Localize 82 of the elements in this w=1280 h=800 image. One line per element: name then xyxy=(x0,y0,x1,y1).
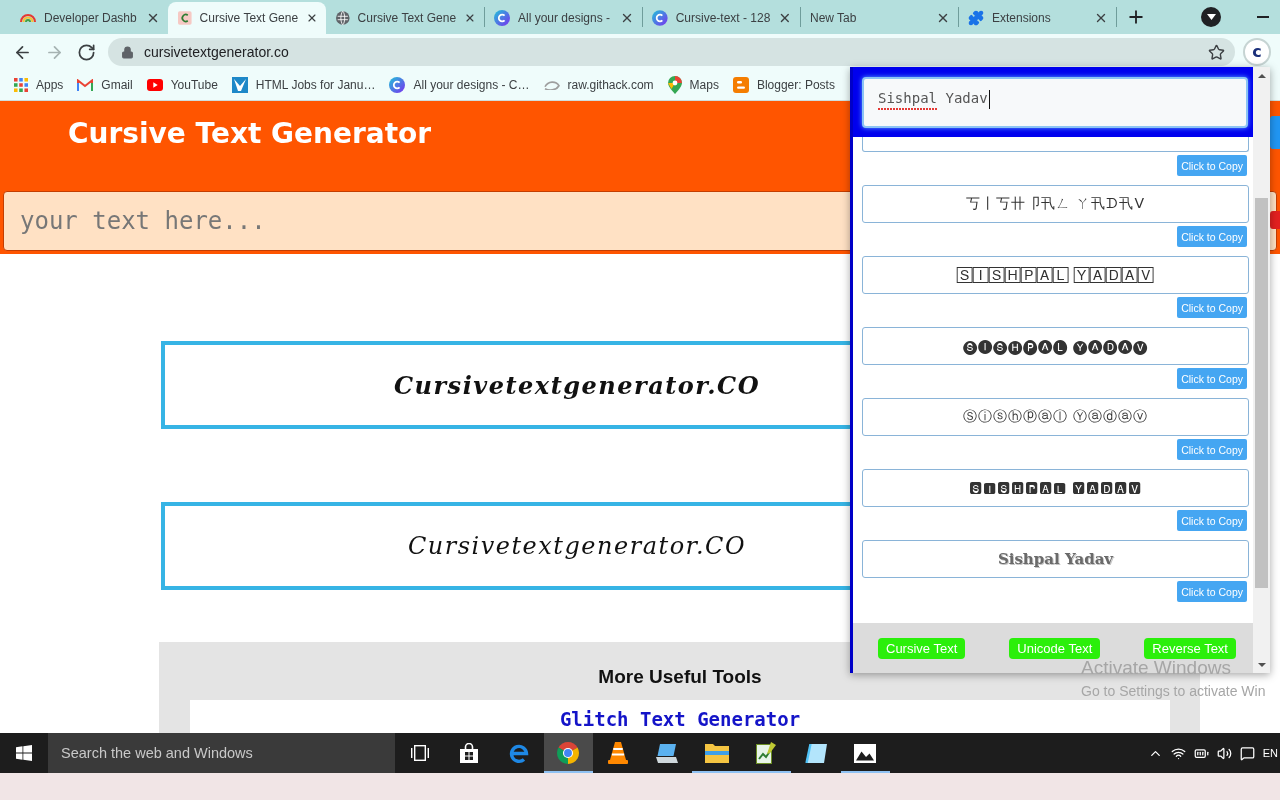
e-logo-icon xyxy=(507,742,530,764)
tab-title: Cursive-text - 128 xyxy=(675,11,771,25)
result-card: 🆂🅸🆂🅷🅿🅰🅻 🆈🅰🅳🅰🆅 xyxy=(862,469,1249,507)
bookmark-link[interactable]: Maps xyxy=(660,72,726,98)
letter-c-icon xyxy=(178,10,192,26)
browser-logo-icon xyxy=(557,742,580,764)
notification-icon[interactable] xyxy=(1239,745,1255,761)
browser-tab[interactable]: Developer Dashb xyxy=(10,2,168,34)
puzzle-icon xyxy=(968,10,984,26)
tab-title: Extensions xyxy=(992,11,1052,25)
logo-tile-icon xyxy=(732,77,749,93)
text-input[interactable]: Sishpal Yadav xyxy=(862,77,1248,128)
minimize-icon xyxy=(1257,16,1269,18)
section-title: More Useful Tools xyxy=(598,665,762,689)
task-view-icon xyxy=(410,745,429,761)
book-icon xyxy=(804,743,827,763)
tab-title: Cursive Text Gene xyxy=(199,11,299,25)
m-logo-icon xyxy=(77,79,94,91)
bookmark-link[interactable]: YouTube xyxy=(139,72,225,98)
bookmark-link[interactable]: HTML Jobs for Janu… xyxy=(224,72,383,98)
result-card: Sishpal Yadav xyxy=(862,540,1249,578)
scrollbar-thumb[interactable] xyxy=(1255,198,1268,588)
browser-tab[interactable]: New Tab xyxy=(800,2,958,34)
windows-logo-icon xyxy=(16,745,32,761)
close-icon[interactable] xyxy=(146,11,160,25)
new-tab-button[interactable] xyxy=(1126,7,1146,27)
tab-title: All your designs - xyxy=(518,11,612,25)
wifi-icon[interactable] xyxy=(1170,745,1186,761)
result-card: 🅢🅘🅢🅗🅟🅐🅛 🅨🅐🅓🅐🅥 xyxy=(862,327,1249,365)
result-card: 🅂🄸🅂🄷🄿🄰🄻 🅈🄰🄳🄰🅅 xyxy=(862,256,1249,294)
browser-tab[interactable]: Cursive Text Gene xyxy=(168,2,326,34)
caret-down-icon xyxy=(1206,14,1216,20)
triangle-up-icon[interactable] xyxy=(1257,73,1266,78)
c-logo-icon xyxy=(494,10,510,26)
result-card: Ⓢⓘⓢⓗⓟⓐⓛ Ⓨⓐⓓⓐⓥ xyxy=(862,398,1249,436)
tool-link[interactable]: Glitch Text Generator xyxy=(559,707,801,731)
address-bar[interactable]: cursivetextgenerator.co xyxy=(108,38,1235,66)
bookmark-link[interactable]: raw.githack.com xyxy=(536,72,661,98)
language-indicator[interactable]: EN xyxy=(1262,747,1278,759)
browser-tab[interactable]: Extensions xyxy=(958,2,1116,34)
volume-icon[interactable] xyxy=(1216,745,1232,761)
swoosh-icon xyxy=(543,80,560,90)
tab-title: New Tab xyxy=(810,11,858,25)
star-icon[interactable] xyxy=(1208,43,1225,61)
bookmark-link[interactable]: All your designs - C… xyxy=(382,72,537,98)
browser-tab[interactable]: Cursive Text Gene xyxy=(326,2,484,34)
tab-title: Developer Dashb xyxy=(44,11,138,25)
extension-button[interactable]: c xyxy=(1243,38,1271,66)
traffic-cone-icon xyxy=(607,742,628,764)
close-icon[interactable] xyxy=(1094,11,1108,25)
plus-icon xyxy=(1126,7,1146,27)
picture-icon xyxy=(854,743,877,763)
map-pin-icon xyxy=(667,76,682,94)
rainbow-icon xyxy=(20,13,36,23)
search-field[interactable]: Search the web and Windows xyxy=(48,733,395,773)
result-card: 丂丨丂卄卩卂ㄥ ㄚ卂ᗪ卂ᐯ xyxy=(862,185,1249,223)
tab-title: Cursive Text Gene xyxy=(357,11,457,25)
site-title: Cursive Text Generator xyxy=(68,116,432,152)
bookmark-link[interactable]: Apps xyxy=(7,72,71,98)
browser-tab[interactable]: All your designs - xyxy=(484,2,642,34)
triangle-down-icon[interactable] xyxy=(1257,662,1266,667)
close-icon[interactable] xyxy=(936,11,950,25)
browser-tab[interactable]: Cursive-text - 128 xyxy=(642,2,800,34)
url-text: cursivetextgenerator.co xyxy=(144,44,290,60)
tab-search-button[interactable] xyxy=(1201,7,1221,27)
text-cursor-icon xyxy=(988,90,990,109)
folder-icon xyxy=(704,743,729,763)
bookmark-link[interactable]: Blogger: Posts xyxy=(725,72,842,98)
shopping-bag-icon xyxy=(459,743,480,763)
close-icon[interactable] xyxy=(778,11,792,25)
v-tile-icon xyxy=(231,77,248,93)
c-logo-icon xyxy=(652,10,668,26)
laptop-icon xyxy=(655,743,680,763)
play-icon xyxy=(146,79,163,91)
chart-document-icon xyxy=(756,742,777,764)
activation-text: Go to Settings to activate Win xyxy=(1081,682,1266,700)
bookmark-link[interactable]: Gmail xyxy=(70,72,140,98)
apps-grid-icon xyxy=(14,78,28,92)
globe-icon xyxy=(336,10,350,26)
close-icon[interactable] xyxy=(620,11,634,25)
reload-icon xyxy=(76,42,96,62)
c-logo-icon xyxy=(389,77,406,93)
